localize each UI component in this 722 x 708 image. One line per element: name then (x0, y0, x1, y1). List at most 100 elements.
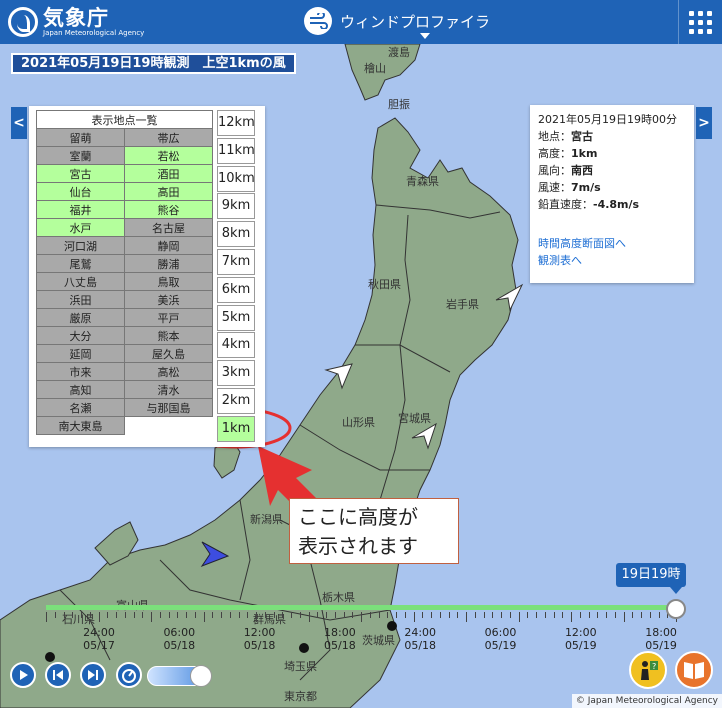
grid-menu-icon[interactable] (678, 0, 722, 44)
step-back-button[interactable] (45, 662, 71, 688)
station-cell[interactable]: 高知 (36, 380, 125, 399)
station-cell[interactable]: 帯広 (124, 128, 213, 147)
station-cell[interactable]: 屋久島 (124, 344, 213, 363)
station-cell[interactable]: 名古屋 (124, 218, 213, 237)
timeline-tick (588, 612, 590, 618)
altitude-item[interactable]: 5km (217, 304, 255, 331)
timeline-tick (282, 612, 284, 618)
altitude-item[interactable]: 6km (217, 276, 255, 303)
map-label-city: 檜山 (364, 62, 386, 75)
altitude-item[interactable]: 2km (217, 387, 255, 414)
timeline-tick (194, 612, 196, 618)
station-cell[interactable]: 清水 (124, 380, 213, 399)
panel-next-button[interactable]: > (696, 107, 712, 139)
station-cell[interactable]: 勝浦 (124, 254, 213, 273)
timeline-label-date: 05/19 (484, 639, 517, 652)
timeline-tick (641, 612, 642, 618)
station-cell[interactable]: 南大東島 (36, 416, 125, 435)
speed-button[interactable] (116, 662, 142, 688)
timeline-label-date: 05/18 (243, 639, 276, 652)
observation-table-link[interactable]: 観測表へ (538, 252, 686, 269)
timeline-tick (369, 612, 371, 618)
play-button[interactable] (10, 662, 36, 688)
timeline-track[interactable] (46, 605, 676, 610)
station-cell[interactable]: 大分 (36, 326, 125, 345)
timeline-ticks (46, 612, 677, 622)
cross-section-link[interactable]: 時間高度断面図へ (538, 235, 686, 252)
altitude-item[interactable]: 12km (217, 110, 255, 136)
info-row: 高度：1km (538, 145, 686, 162)
timeline-tick (492, 612, 494, 618)
station-cell[interactable]: 若松 (124, 146, 213, 165)
timeline-tick (518, 612, 520, 622)
station-row: 市来 高松 (36, 362, 213, 381)
station-cell[interactable]: 八丈島 (36, 272, 125, 291)
chevron-down-icon[interactable] (420, 33, 430, 39)
station-cell[interactable]: 熊本 (124, 326, 213, 345)
station-cell[interactable]: 仙台 (36, 182, 125, 201)
step-forward-button[interactable] (80, 662, 106, 688)
timeline-tick (466, 612, 467, 622)
timeline-tick (457, 612, 459, 618)
timeline-tick (107, 612, 109, 618)
timeline-label-date: 05/18 (404, 639, 437, 652)
station-cell[interactable]: 高田 (124, 182, 213, 201)
app-title-dropdown[interactable]: ウィンドプロファイラ (304, 7, 490, 35)
altitude-item[interactable]: 1km (217, 415, 255, 442)
timeline-tick (509, 612, 511, 618)
step-forward-icon (88, 670, 98, 680)
altitude-item[interactable]: 8km (217, 221, 255, 248)
panel-prev-button[interactable]: < (11, 107, 27, 139)
station-cell[interactable]: 尾鷲 (36, 254, 125, 273)
altitude-item[interactable]: 9km (217, 193, 255, 220)
timeline-tick (203, 612, 205, 622)
timeline-tick (571, 612, 572, 622)
altitude-item[interactable]: 10km (217, 165, 255, 192)
timeline-label-time: 06:00 (484, 626, 517, 639)
altitude-item[interactable]: 4km (217, 332, 255, 359)
station-cell[interactable]: 福井 (36, 200, 125, 219)
station-cell[interactable]: 浜田 (36, 290, 125, 309)
timeline-tick (334, 612, 336, 618)
station-cell[interactable]: 平戸 (124, 308, 213, 327)
chevron-left-icon: < (13, 115, 25, 131)
map-label-prefecture: 岩手県 (446, 298, 479, 311)
station-cell[interactable]: 厳原 (36, 308, 125, 327)
station-cell[interactable]: 延岡 (36, 344, 125, 363)
step-back-icon (53, 670, 63, 680)
jma-logo[interactable]: 気象庁 Japan Meteorological Agency (8, 5, 144, 39)
station-cell[interactable]: 鳥取 (124, 272, 213, 291)
station-dot (387, 621, 397, 631)
station-cell[interactable]: 熊谷 (124, 200, 213, 219)
altitude-item[interactable]: 7km (217, 248, 255, 275)
info-label: 地点： (538, 130, 571, 143)
station-cell[interactable]: 美浜 (124, 290, 213, 309)
station-cell[interactable]: 水戸 (36, 218, 125, 237)
station-table: 表示地点一覧 留萌 帯広 室蘭 若松 宮古 酒田 仙台 高田 福井 熊谷 水戸 名古屋 河口湖 静岡 尾鷲 勝浦… (36, 110, 213, 435)
station-cell[interactable]: 宮古 (36, 164, 125, 183)
timeline-label-date: 05/19 (564, 639, 597, 652)
speed-slider-handle[interactable] (190, 665, 212, 687)
info-label: 風速： (538, 181, 571, 194)
station-cell[interactable]: 静岡 (124, 236, 213, 255)
app-header: 気象庁 Japan Meteorological Agency ウィンドプロファ… (0, 0, 722, 44)
manual-button[interactable] (675, 651, 713, 689)
station-cell[interactable]: 室蘭 (36, 146, 125, 165)
altitude-item[interactable]: 3km (217, 360, 255, 387)
copyright: © Japan Meteorological Agency (571, 694, 722, 708)
help-button[interactable]: ? (629, 651, 667, 689)
station-cell[interactable]: 市来 (36, 362, 125, 381)
help-person-icon: ? (641, 661, 658, 680)
station-cell[interactable]: 留萌 (36, 128, 125, 147)
timeline-handle[interactable] (666, 599, 686, 619)
map-label-prefecture: 秋田県 (368, 278, 401, 291)
timeline-tick (159, 612, 161, 618)
station-cell[interactable]: 与那国島 (124, 398, 213, 417)
station-cell[interactable]: 河口湖 (36, 236, 125, 255)
station-cell[interactable]: 高松 (124, 362, 213, 381)
station-cell[interactable]: 名瀬 (36, 398, 125, 417)
station-panel: 表示地点一覧 留萌 帯広 室蘭 若松 宮古 酒田 仙台 高田 福井 熊谷 水戸 名古屋 河口湖 静岡 尾鷲 勝浦… (29, 106, 265, 447)
altitude-item[interactable]: 11km (217, 137, 255, 164)
timeline-tick (317, 612, 319, 618)
station-cell[interactable]: 酒田 (124, 164, 213, 183)
